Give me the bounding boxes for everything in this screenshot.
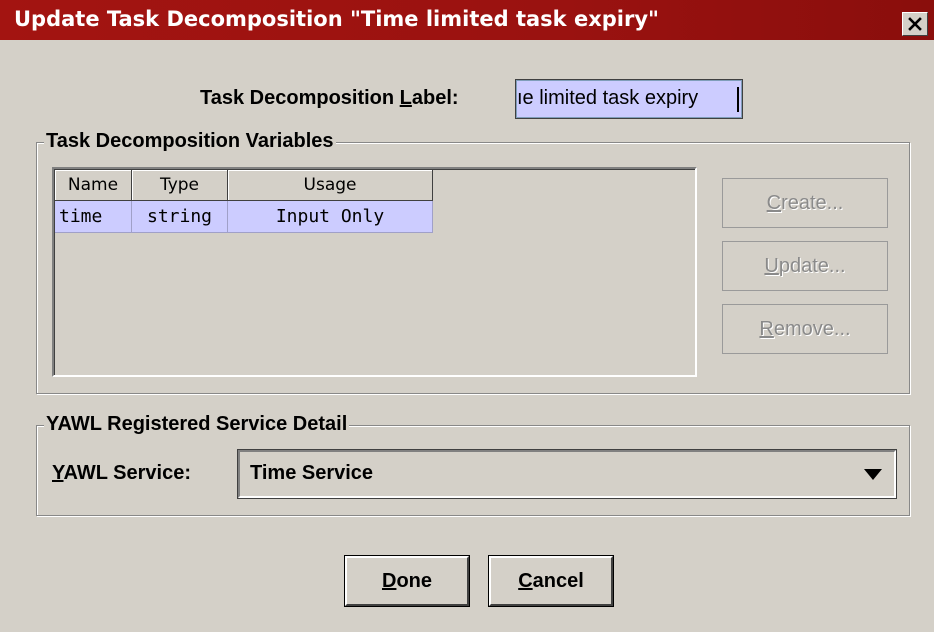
service-dropdown[interactable]: Time Service [237, 449, 897, 499]
done-button[interactable]: Done [344, 555, 470, 607]
decomposition-label-value: ıe limited task expiry [517, 87, 699, 109]
service-group-title: YAWL Registered Service Detail [44, 413, 350, 436]
create-button[interactable]: Create... [722, 178, 888, 228]
table-cell-usage[interactable]: Input Only [228, 201, 433, 233]
table-cell-name[interactable]: time [55, 201, 132, 233]
close-button[interactable] [902, 12, 928, 36]
dialog-window: Update Task Decomposition "Time limited … [0, 0, 934, 632]
column-header-name[interactable]: Name [55, 170, 132, 201]
table-cell-type[interactable]: string [132, 201, 228, 233]
title-bar[interactable]: Update Task Decomposition "Time limited … [0, 0, 934, 40]
service-dropdown-value: Time Service [250, 462, 374, 484]
window-title: Update Task Decomposition "Time limited … [14, 7, 659, 31]
chevron-down-icon[interactable] [864, 469, 882, 480]
close-icon [908, 17, 922, 31]
column-header-type[interactable]: Type [132, 170, 228, 201]
column-header-usage[interactable]: Usage [228, 170, 433, 201]
text-caret [737, 87, 739, 112]
decomposition-label-input[interactable]: ıe limited task expiry [515, 79, 743, 119]
variables-group-title: Task Decomposition Variables [44, 130, 336, 153]
decomposition-label-caption: Task Decomposition Label: [200, 87, 459, 109]
service-label: YAWL Service: [52, 462, 191, 484]
cancel-button[interactable]: Cancel [488, 555, 614, 607]
variables-table[interactable]: Name Type Usage time string Input Only [52, 167, 697, 377]
remove-button[interactable]: Remove... [722, 304, 888, 354]
update-button[interactable]: Update... [722, 241, 888, 291]
